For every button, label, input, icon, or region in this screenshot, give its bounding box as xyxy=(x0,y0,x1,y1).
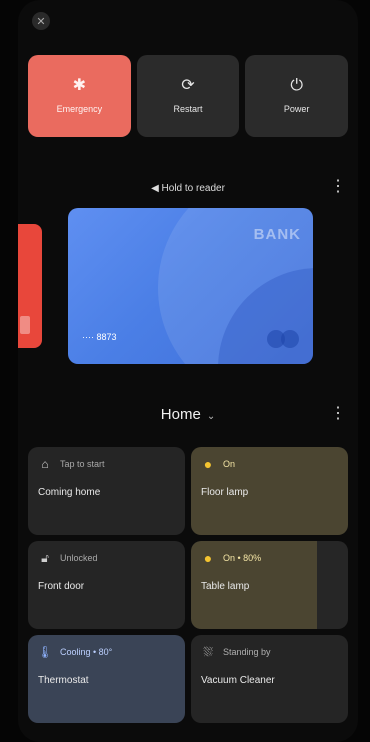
close-icon[interactable]: ✕ xyxy=(32,12,50,30)
card-number: ···· 8873 xyxy=(82,332,117,342)
tile-status: On xyxy=(223,459,236,469)
power-actions: ✱ Emergency ⟳ Restart ⏻ Power xyxy=(28,55,349,137)
device-controls-grid: ⌂ Tap to start Coming home ● On Floor lamp… xyxy=(28,447,348,723)
lock-open-icon: 🔓︎ xyxy=(41,550,49,565)
emergency-label: Emergency xyxy=(56,104,103,114)
emergency-button[interactable]: ✱ Emergency xyxy=(28,55,131,137)
tile-name: Floor lamp xyxy=(201,487,249,498)
tile-name: Vacuum Cleaner xyxy=(201,675,275,686)
restart-icon: ⟳ xyxy=(181,77,195,94)
home-more-icon[interactable]: ⋮ xyxy=(330,406,346,422)
home-selector[interactable]: Home ⌄ xyxy=(18,406,358,423)
nfc-icon: ◀ xyxy=(151,183,162,194)
tile-status: Unlocked xyxy=(60,553,98,563)
home-routine-icon: ⌂ xyxy=(41,457,49,471)
wallet-hint-text: Hold to reader xyxy=(161,183,225,194)
tile-name: Table lamp xyxy=(201,581,250,592)
card-brand: BANK xyxy=(253,226,301,243)
tile-status: Standing by xyxy=(223,647,271,657)
thermometer-icon: 🌡︎ xyxy=(37,645,53,659)
card-network-logo xyxy=(267,330,299,348)
lightbulb-icon: ● xyxy=(203,456,213,472)
previous-card[interactable] xyxy=(18,224,42,348)
tile-name: Coming home xyxy=(38,487,101,498)
payment-card[interactable]: BANK ···· 8873 xyxy=(68,208,313,364)
tile-status: Cooling • 80° xyxy=(60,647,113,657)
tile-name: Thermostat xyxy=(38,675,89,686)
restart-button[interactable]: ⟳ Restart xyxy=(136,55,240,137)
tile-thermostat[interactable]: 🌡︎ Cooling • 80° Thermostat xyxy=(28,635,185,723)
tile-table-lamp[interactable]: ● On • 80% Table lamp xyxy=(191,541,348,629)
tile-front-door[interactable]: 🔓︎ Unlocked Front door xyxy=(28,541,185,629)
chevron-down-icon: ⌄ xyxy=(206,411,216,422)
power-menu-panel: ✕ ✱ Emergency ⟳ Restart ⏻ Power ◀ Hold t… xyxy=(18,0,358,742)
tile-status: On • 80% xyxy=(223,553,262,563)
lightbulb-icon: ● xyxy=(203,550,213,566)
tile-name: Front door xyxy=(38,581,85,592)
screen: ✕ ✱ Emergency ⟳ Restart ⏻ Power ◀ Hold t… xyxy=(0,0,370,742)
power-icon: ⏻ xyxy=(290,77,303,94)
tile-status: Tap to start xyxy=(60,459,105,469)
power-label: Power xyxy=(283,104,310,114)
restart-label: Restart xyxy=(173,104,203,114)
tile-vacuum-cleaner[interactable]: ⛆ Standing by Vacuum Cleaner xyxy=(191,635,348,723)
wallet-more-icon[interactable]: ⋮ xyxy=(330,179,346,195)
vacuum-icon: ⛆ xyxy=(203,644,213,659)
emergency-icon: ✱ xyxy=(72,77,87,94)
tile-floor-lamp[interactable]: ● On Floor lamp xyxy=(191,447,348,535)
wallet-hint: ◀ Hold to reader xyxy=(18,183,358,194)
tile-coming-home[interactable]: ⌂ Tap to start Coming home xyxy=(28,447,185,535)
home-title: Home xyxy=(160,406,201,423)
power-button[interactable]: ⏻ Power xyxy=(245,55,349,137)
